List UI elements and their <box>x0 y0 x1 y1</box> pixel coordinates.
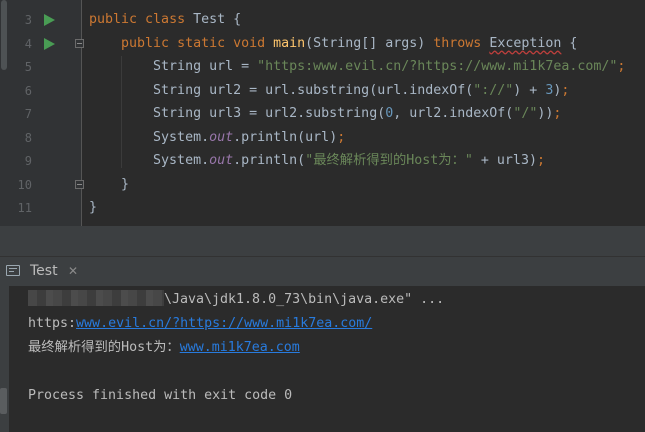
run-triangle-icon[interactable] <box>44 14 55 26</box>
code-token: public <box>89 35 178 51</box>
code-token: ; <box>561 82 570 98</box>
code-token: class <box>145 12 194 27</box>
output-2-prefix: 最终解析得到的Host为： <box>28 340 180 355</box>
output-1-prefix: https: <box>28 316 77 331</box>
code-token: System. <box>89 129 210 145</box>
code-token: throws <box>433 35 490 51</box>
code-token: )) <box>537 106 554 121</box>
code-token: System. <box>89 153 210 168</box>
run-console[interactable]: \Java\jdk1.8.0_73\bin\java.exe" ... http… <box>0 286 645 432</box>
code-token: ) + <box>513 82 546 98</box>
code-line[interactable]: 9 System.out.println("最终解析得到的Host为：" + u… <box>0 149 645 173</box>
code-line[interactable]: 5 String url = "https:www.evil.cn/?https… <box>0 55 645 79</box>
code-text: public static void main(String[] args) t… <box>89 32 577 56</box>
code-token: out <box>209 129 234 145</box>
fold-icon[interactable] <box>75 38 84 48</box>
code-token: "/" <box>513 106 538 121</box>
code-editor[interactable]: 3 public class Test {4 public static void… <box>0 0 645 226</box>
code-token: void <box>233 35 274 51</box>
close-icon[interactable]: ✕ <box>68 257 78 286</box>
code-token: ; <box>553 106 562 121</box>
code-token: String url2 = url.substring(url.indexOf( <box>89 82 474 98</box>
code-token: (String[] args) <box>305 35 434 51</box>
console-output-line-2: 最终解析得到的Host为：www.mi1k7ea.com <box>28 336 300 360</box>
code-text: String url2 = url.substring(url.indexOf(… <box>89 79 569 103</box>
line-number: 9 <box>24 154 32 168</box>
output-1-link[interactable]: www.evil.cn/?https://www.mi1k7ea.com/ <box>76 316 372 331</box>
code-token: public <box>89 12 146 27</box>
code-line[interactable]: 7 String url3 = url2.substring(0, url2.i… <box>0 102 645 126</box>
console-icon <box>6 265 20 276</box>
code-line[interactable]: 8 System.out.println(url); <box>0 126 645 150</box>
run-triangle-icon[interactable] <box>44 37 55 50</box>
console-scroll-thumb[interactable] <box>0 388 7 414</box>
code-line[interactable]: 6 String url2 = url.substring(url.indexO… <box>0 79 645 103</box>
code-token: .println( <box>233 153 306 168</box>
code-token: Test { <box>193 12 242 27</box>
line-number: 6 <box>24 83 32 98</box>
code-line[interactable]: 10 } <box>0 173 645 197</box>
code-text: public class Test { <box>89 8 241 32</box>
code-text: String url = "https:www.evil.cn/?https:/… <box>89 55 625 79</box>
line-number: 10 <box>17 177 32 192</box>
code-token: String url3 = url2.substring( <box>89 106 386 121</box>
code-token: } <box>89 176 130 192</box>
panel-splitter[interactable] <box>0 226 645 256</box>
code-token: "最终解析得到的Host为：" <box>305 153 473 168</box>
line-number: 8 <box>24 130 32 145</box>
code-token: .println(url) <box>233 129 338 145</box>
code-text: String url3 = url2.substring(0, url2.ind… <box>89 102 561 126</box>
console-command-line: \Java\jdk1.8.0_73\bin\java.exe" ... <box>28 288 444 312</box>
splitter-handle[interactable] <box>0 226 10 256</box>
code-line[interactable]: 11} <box>0 196 645 220</box>
line-number: 4 <box>24 36 32 51</box>
code-token: static <box>177 35 234 51</box>
line-number: 7 <box>24 107 32 121</box>
code-token: } <box>89 200 98 215</box>
line-number: 5 <box>24 60 32 74</box>
run-tool-window-header: Test ✕ <box>0 256 645 286</box>
console-left-bar <box>0 286 9 432</box>
code-token: String url = <box>89 59 258 74</box>
console-output-line-1: https:www.evil.cn/?https://www.mi1k7ea.c… <box>28 312 372 336</box>
code-token: { <box>561 35 578 51</box>
code-token: "://" <box>473 82 514 98</box>
code-text: System.out.println("最终解析得到的Host为：" + url… <box>89 149 545 173</box>
code-token: ; <box>617 59 626 74</box>
code-text: System.out.println(url); <box>89 126 345 150</box>
console-exit-line: Process finished with exit code 0 <box>28 388 293 403</box>
code-token: Exception <box>489 35 562 51</box>
code-token: main <box>273 35 306 51</box>
tab-test[interactable]: Test ✕ <box>0 257 92 286</box>
output-2-link[interactable]: www.mi1k7ea.com <box>180 340 300 355</box>
redacted-path <box>28 290 164 306</box>
line-number: 11 <box>17 201 32 215</box>
code-token: ; <box>536 153 545 168</box>
code-token: "https:www.evil.cn/?https://www.mi1k7ea.… <box>257 59 618 74</box>
tab-label: Test <box>30 263 58 279</box>
code-token: ; <box>337 129 346 145</box>
code-text: } <box>89 196 97 220</box>
line-number: 3 <box>24 13 32 27</box>
code-line[interactable]: 3 public class Test { <box>0 8 645 32</box>
code-text: } <box>89 173 129 197</box>
code-token: , url2.indexOf( <box>393 106 514 121</box>
code-token: + url3) <box>472 153 537 168</box>
fold-icon[interactable] <box>75 179 84 189</box>
code-line[interactable]: 4 public static void main(String[] args)… <box>0 32 645 56</box>
code-token: out <box>209 153 234 168</box>
command-suffix: \Java\jdk1.8.0_73\bin\java.exe" ... <box>164 292 445 307</box>
